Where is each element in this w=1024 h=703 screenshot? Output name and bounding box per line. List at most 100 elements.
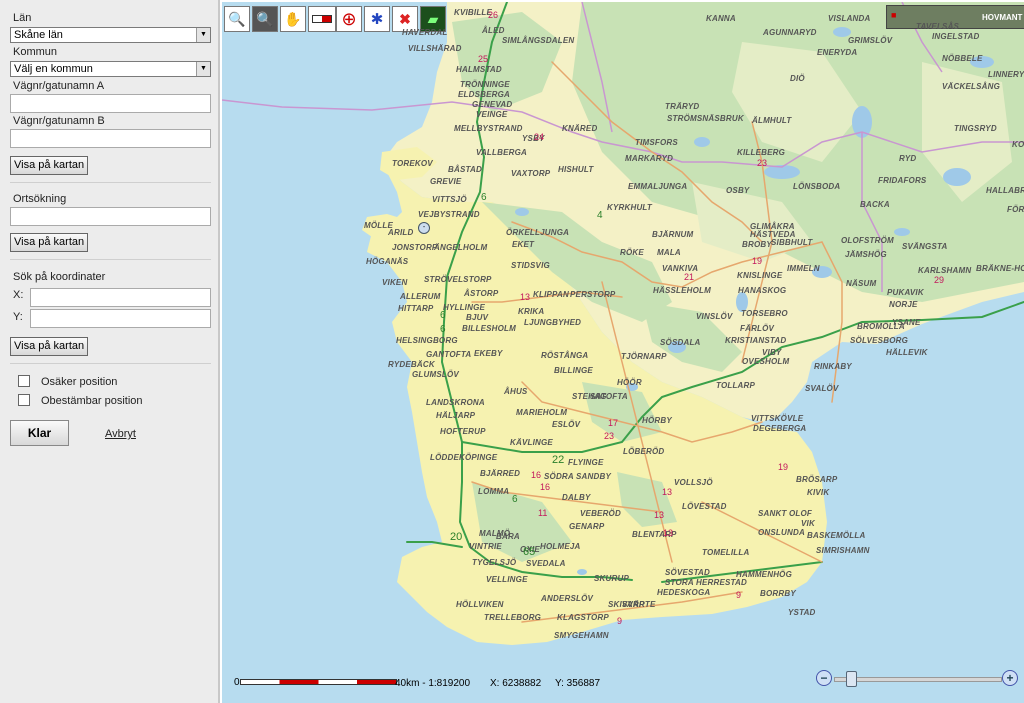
place-label: VIKEN — [382, 278, 408, 287]
show-on-map-button-coords[interactable]: Visa på kartan — [10, 337, 89, 356]
place-label: KYRKHULT — [607, 203, 653, 212]
road-number: 13 — [663, 528, 674, 538]
place-label: BJUV — [466, 313, 489, 322]
place-label: ESLÖV — [552, 420, 581, 429]
road-number: 23 — [757, 158, 768, 168]
place-label: GLUMSLÖV — [412, 370, 459, 379]
place-label: TRELLEBORG — [484, 613, 542, 622]
road-number: 17 — [608, 418, 619, 428]
zoom-slider-handle[interactable] — [846, 671, 857, 687]
place-label: IMMELN — [787, 264, 820, 273]
place-label: BARA — [496, 532, 520, 541]
place-label: LÖBERÖD — [623, 447, 665, 456]
place-label: ÅHUS — [504, 387, 528, 396]
place-label: VEJBYSTRAND — [418, 210, 480, 219]
target-icon[interactable]: ⊕ — [336, 6, 362, 32]
place-label: STIDSVIG — [511, 261, 550, 270]
cancel-link[interactable]: Avbryt — [105, 428, 136, 440]
place-label: KRISTIANSTAD — [725, 336, 787, 345]
map-view[interactable]: 🔍 🔍 ✋ ⊕ ✱ ✖ ▰ ■ HOVMANT KVIBILLE ÅLED HAVE… — [222, 2, 1024, 703]
place-label: YSANE — [892, 318, 921, 327]
undeterminable-position-checkbox[interactable] — [18, 394, 30, 406]
uncertain-position-checkbox[interactable] — [18, 375, 30, 387]
chevron-down-icon[interactable]: ▼ — [196, 62, 210, 76]
place-label: RÖKE — [620, 248, 644, 257]
zoom-out-button[interactable]: − — [816, 670, 832, 686]
place-label: DALBY — [562, 493, 591, 502]
place-label: VINSLÖV — [696, 312, 733, 321]
zoom-in-button[interactable]: + — [1002, 670, 1018, 686]
place-label: ONSLUNDA — [758, 528, 805, 537]
show-on-map-button-place[interactable]: Visa på kartan — [10, 233, 89, 252]
place-label: HÖGANÄS — [366, 257, 409, 266]
place-label: TYGELSJÖ — [472, 558, 517, 567]
zoom-slider-track[interactable] — [834, 677, 1002, 682]
place-label: ARILD — [388, 228, 414, 237]
place-label: GRIMSLÖV — [848, 36, 893, 45]
place-label: OLOFSTRÖM — [841, 236, 894, 245]
place-label: ÅLED — [482, 26, 505, 35]
place-label: RYD — [899, 154, 917, 163]
place-label: LOMMA — [478, 487, 510, 496]
chevron-down-icon[interactable]: ▼ — [196, 28, 210, 42]
place-label: JONSTORP — [392, 243, 438, 252]
overview-label: HOVMANT — [982, 13, 1023, 22]
zoom-in-icon[interactable]: 🔍 — [224, 6, 250, 32]
lan-select[interactable]: Skåne län ▼ — [10, 27, 211, 43]
place-label: HAVERDAL — [402, 28, 448, 37]
place-search-input[interactable] — [10, 207, 211, 226]
place-label: VIK — [801, 519, 815, 528]
pan-hand-icon[interactable]: ✋ — [280, 6, 306, 32]
measure-icon[interactable] — [308, 6, 336, 32]
road-number: 13 — [520, 292, 531, 302]
road-number: 65 — [523, 546, 536, 558]
place-label: MARKARYD — [625, 154, 674, 163]
place-label: FÄRLÖV — [740, 324, 775, 333]
place-label: SÖSDALA — [660, 338, 701, 347]
position-icon[interactable]: ✱ — [364, 6, 390, 32]
place-label: SÖDRA SANDBY — [544, 472, 611, 481]
place-label: VELLINGE — [486, 575, 528, 584]
place-label: VAXTORP — [511, 169, 551, 178]
place-label: VEBERÖD — [580, 509, 621, 518]
place-label: RYDEBÄCK — [388, 360, 435, 369]
location-pin-icon[interactable]: - — [418, 222, 430, 234]
place-label: HELSINGBORG — [396, 336, 458, 345]
place-label: TAVELSÅS — [916, 22, 960, 31]
place-label: TRÖNNINGE — [460, 80, 510, 89]
lan-label: Län — [13, 12, 32, 24]
place-label: VALLBERGA — [476, 148, 527, 157]
place-label: VEINGE — [476, 110, 508, 119]
place-label: VITTSKÖVLE — [751, 414, 804, 423]
road-a-input[interactable] — [10, 94, 211, 113]
show-on-map-button-roads[interactable]: Visa på kartan — [10, 156, 89, 175]
place-label: VISLANDA — [828, 14, 871, 23]
place-label: FLYINGE — [568, 458, 604, 467]
y-coordinate-input[interactable] — [30, 309, 211, 328]
place-label: SMYGEHAMN — [554, 631, 609, 640]
place-label: MARIEHOLM — [516, 408, 568, 417]
kommun-select[interactable]: Välj en kommun ▼ — [10, 61, 211, 77]
place-label: KANNA — [706, 14, 736, 23]
place-label: ANDERSLÖV — [541, 594, 594, 603]
road-number: 13 — [662, 487, 673, 497]
place-label: DEGEBERGA — [753, 424, 807, 433]
coord-search-label: Sök på koordinater — [13, 271, 106, 283]
x-coordinate-input[interactable] — [30, 288, 211, 307]
done-button[interactable]: Klar — [10, 420, 69, 446]
road-number: 6 — [440, 324, 446, 335]
road-b-input[interactable] — [10, 129, 211, 148]
place-label: BÅSTAD — [448, 165, 482, 174]
overview-marker-icon: ■ — [891, 10, 897, 20]
road-number: 4 — [597, 210, 603, 221]
place-label: KLIPPAN — [533, 290, 569, 299]
place-label: LINNERYD — [988, 70, 1024, 79]
divider — [10, 259, 211, 260]
scale-text: 40km - 1:819200 — [395, 678, 471, 689]
place-label: HISHULT — [558, 165, 594, 174]
place-label: ÅSTORP — [464, 289, 499, 298]
place-label: HITTARP — [398, 304, 434, 313]
place-label: SÖLVESBORG — [850, 336, 909, 345]
place-label: YSTAD — [788, 608, 816, 617]
zoom-out-icon[interactable]: 🔍 — [252, 6, 278, 32]
